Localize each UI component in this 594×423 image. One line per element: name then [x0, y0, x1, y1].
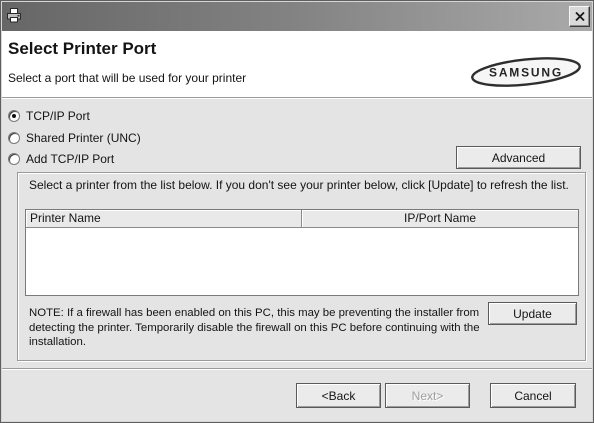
- installer-dialog: Select Printer Port Select a port that w…: [0, 0, 594, 423]
- port-option-tcpip[interactable]: TCP/IP Port: [8, 109, 90, 123]
- next-button[interactable]: Next>: [385, 383, 470, 408]
- close-button[interactable]: [569, 6, 590, 27]
- list-instruction: Select a printer from the list below. If…: [29, 178, 569, 192]
- advanced-button[interactable]: Advanced: [456, 146, 581, 169]
- update-button[interactable]: Update: [488, 302, 577, 325]
- header-divider: [0, 97, 594, 99]
- page-title: Select Printer Port: [8, 39, 157, 58]
- radio-indicator[interactable]: [8, 132, 20, 144]
- port-option-label: TCP/IP Port: [26, 109, 90, 123]
- samsung-logo: SAMSUNG: [471, 57, 581, 87]
- printer-list-body[interactable]: [26, 228, 578, 295]
- printer-list[interactable]: Printer Name IP/Port Name: [25, 209, 579, 296]
- wizard-header: Select Printer Port Select a port that w…: [0, 31, 594, 97]
- title-bar[interactable]: [0, 0, 594, 31]
- logo-text: SAMSUNG: [489, 66, 563, 80]
- radio-indicator[interactable]: [8, 153, 20, 165]
- back-button[interactable]: <Back: [296, 383, 381, 408]
- port-option-add-tcpip[interactable]: Add TCP/IP Port: [8, 152, 114, 166]
- port-option-label: Shared Printer (UNC): [26, 131, 141, 145]
- port-type-radio-group: TCP/IP Port Shared Printer (UNC) Add TCP…: [8, 109, 308, 169]
- printer-list-header: Printer Name IP/Port Name: [26, 210, 578, 228]
- footer-divider: [0, 368, 594, 370]
- column-header-ip-port-name[interactable]: IP/Port Name: [302, 210, 578, 227]
- page-subtitle: Select a port that will be used for your…: [8, 71, 247, 85]
- firewall-note: NOTE: If a firewall has been enabled on …: [29, 307, 480, 348]
- port-option-label: Add TCP/IP Port: [26, 152, 115, 166]
- printer-setup-icon: [6, 7, 22, 23]
- column-header-printer-name[interactable]: Printer Name: [26, 210, 302, 227]
- radio-indicator[interactable]: [8, 110, 20, 122]
- close-icon: [574, 12, 585, 21]
- printer-selection-panel: Select a printer from the list below. If…: [17, 172, 586, 361]
- cancel-button[interactable]: Cancel: [490, 383, 576, 408]
- port-option-shared-unc[interactable]: Shared Printer (UNC): [8, 131, 141, 145]
